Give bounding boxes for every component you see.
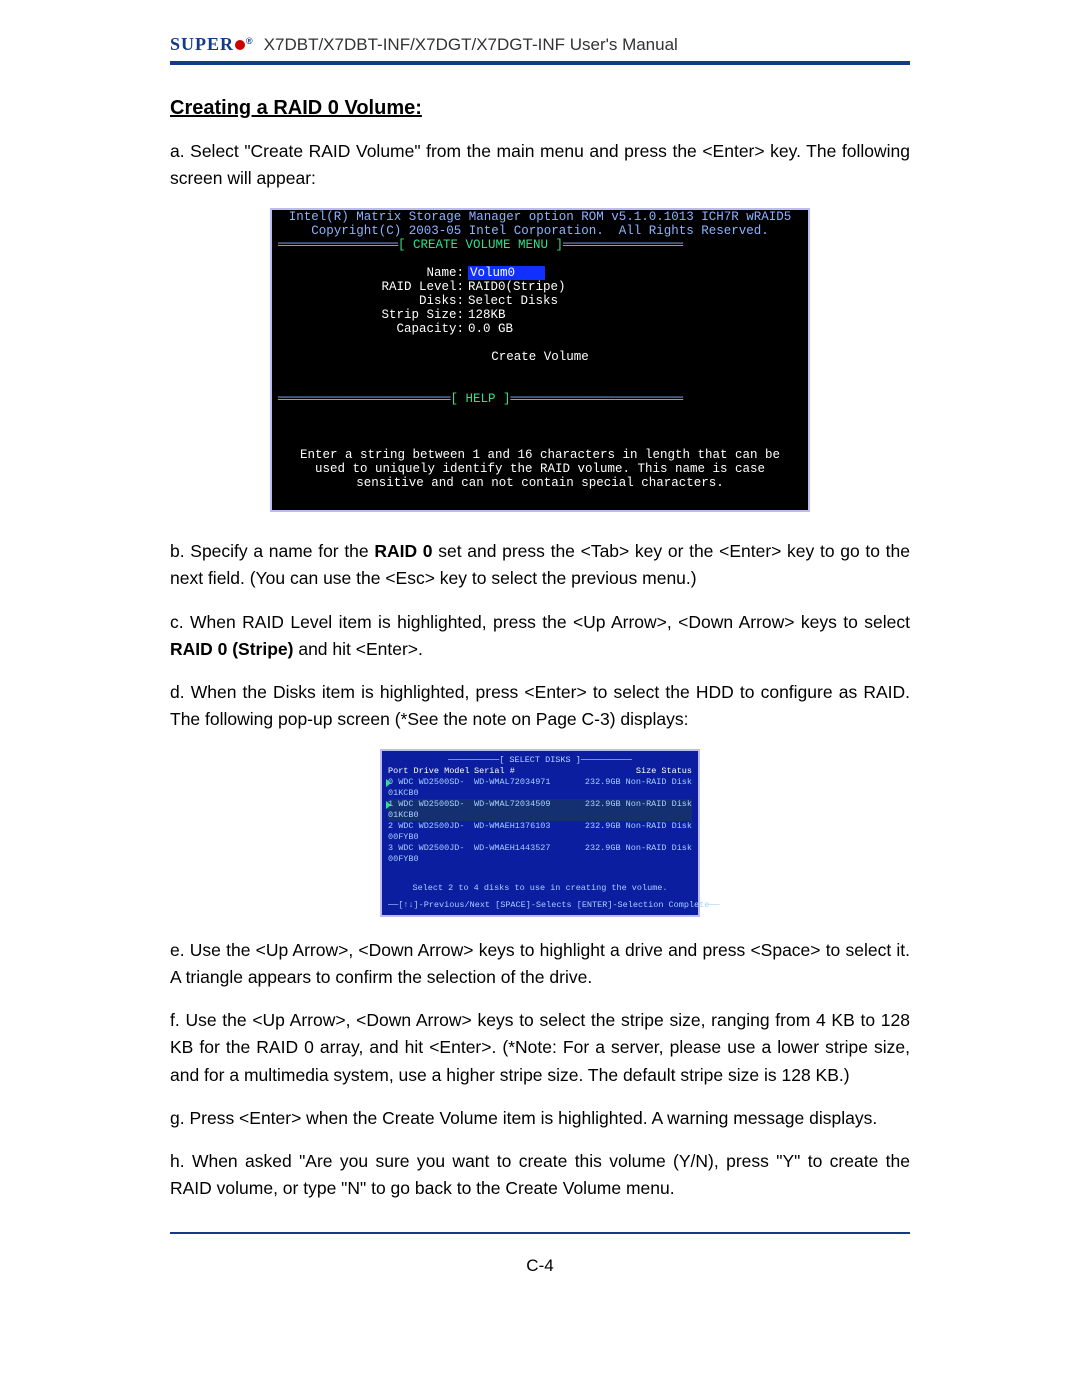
bios-header-line2: Copyright(C) 2003-05 Intel Corporation. … xyxy=(272,224,808,238)
select-disks-title: ──────────[ SELECT DISKS ]────────── xyxy=(388,755,692,766)
brand-logo: SUPER ® xyxy=(170,34,254,55)
disk-row[interactable]: 3 WDC WD2500JD-00FYB0 WD-WMAEH1443527 23… xyxy=(388,843,692,865)
paragraph-f: f. Use the <Up Arrow>, <Down Arrow> keys… xyxy=(170,1007,910,1088)
bios-create-volume-item[interactable]: Create Volume xyxy=(272,350,808,364)
bios-field-disks: Disks: Select Disks xyxy=(272,294,808,308)
bios-name-input[interactable]: Volum0 xyxy=(468,266,545,280)
paragraph-a: a. Select "Create RAID Volume" from the … xyxy=(170,138,910,192)
bios-capacity-value: 0.0 GB xyxy=(468,322,513,336)
page-number: C-4 xyxy=(170,1256,910,1276)
section-heading: Creating a RAID 0 Volume: xyxy=(170,97,910,120)
bios-field-strip-size: Strip Size: 128KB xyxy=(272,308,808,322)
bios-disks-value[interactable]: Select Disks xyxy=(468,294,558,308)
bios-help-text: Enter a string between 1 and 16 characte… xyxy=(272,434,808,510)
footer-divider xyxy=(170,1232,910,1234)
paragraph-h: h. When asked "Are you sure you want to … xyxy=(170,1148,910,1202)
triangle-right-icon xyxy=(386,801,391,809)
paragraph-c: c. When RAID Level item is highlighted, … xyxy=(170,609,910,663)
page-header: SUPER ® X7DBT/X7DBT-INF/X7DGT/X7DGT-INF … xyxy=(170,34,910,65)
document-title: X7DBT/X7DBT-INF/X7DGT/X7DGT-INF User's M… xyxy=(264,35,678,55)
triangle-right-icon xyxy=(386,779,391,787)
bios-create-volume-screenshot: Intel(R) Matrix Storage Manager option R… xyxy=(270,208,810,512)
bios-select-disks-screenshot: ──────────[ SELECT DISKS ]────────── Por… xyxy=(380,749,700,917)
disk-row[interactable]: 0 WDC WD2500SD-01KCB0 WD-WMAL72034971 23… xyxy=(388,777,692,799)
bios-strip-size-value[interactable]: 128KB xyxy=(468,308,506,322)
bios-raid-level-value[interactable]: RAID0(Stripe) xyxy=(468,280,566,294)
paragraph-g: g. Press <Enter> when the Create Volume … xyxy=(170,1105,910,1132)
brand-logo-dot-icon xyxy=(235,40,245,50)
select-disks-hint: Select 2 to 4 disks to use in creating t… xyxy=(388,883,692,894)
bios-help-title: ═══════════════════════[ HELP ]═════════… xyxy=(272,392,808,406)
bios-header-line1: Intel(R) Matrix Storage Manager option R… xyxy=(272,210,808,224)
bios-field-capacity: Capacity: 0.0 GB xyxy=(272,322,808,336)
bios-menu-title: ════════════════[ CREATE VOLUME MENU ]══… xyxy=(272,238,808,252)
registered-mark-icon: ® xyxy=(246,36,254,46)
select-disks-header-row: Port Drive Model Serial # Size Status xyxy=(388,766,692,777)
bios-field-name: Name: Volum0 xyxy=(272,266,808,280)
paragraph-e: e. Use the <Up Arrow>, <Down Arrow> keys… xyxy=(170,937,910,991)
disk-row[interactable]: 1 WDC WD2500SD-01KCB0 WD-WMAL72034509 23… xyxy=(388,799,692,821)
disk-row[interactable]: 2 WDC WD2500JD-00FYB0 WD-WMAEH1376103 23… xyxy=(388,821,692,843)
paragraph-d: d. When the Disks item is highlighted, p… xyxy=(170,679,910,733)
bios-field-raid-level: RAID Level: RAID0(Stripe) xyxy=(272,280,808,294)
brand-logo-text: SUPER xyxy=(170,34,234,55)
select-disks-footer: ──[↑↓]-Previous/Next [SPACE]-Selects [EN… xyxy=(388,900,692,911)
paragraph-b: b. Specify a name for the RAID 0 set and… xyxy=(170,538,910,592)
